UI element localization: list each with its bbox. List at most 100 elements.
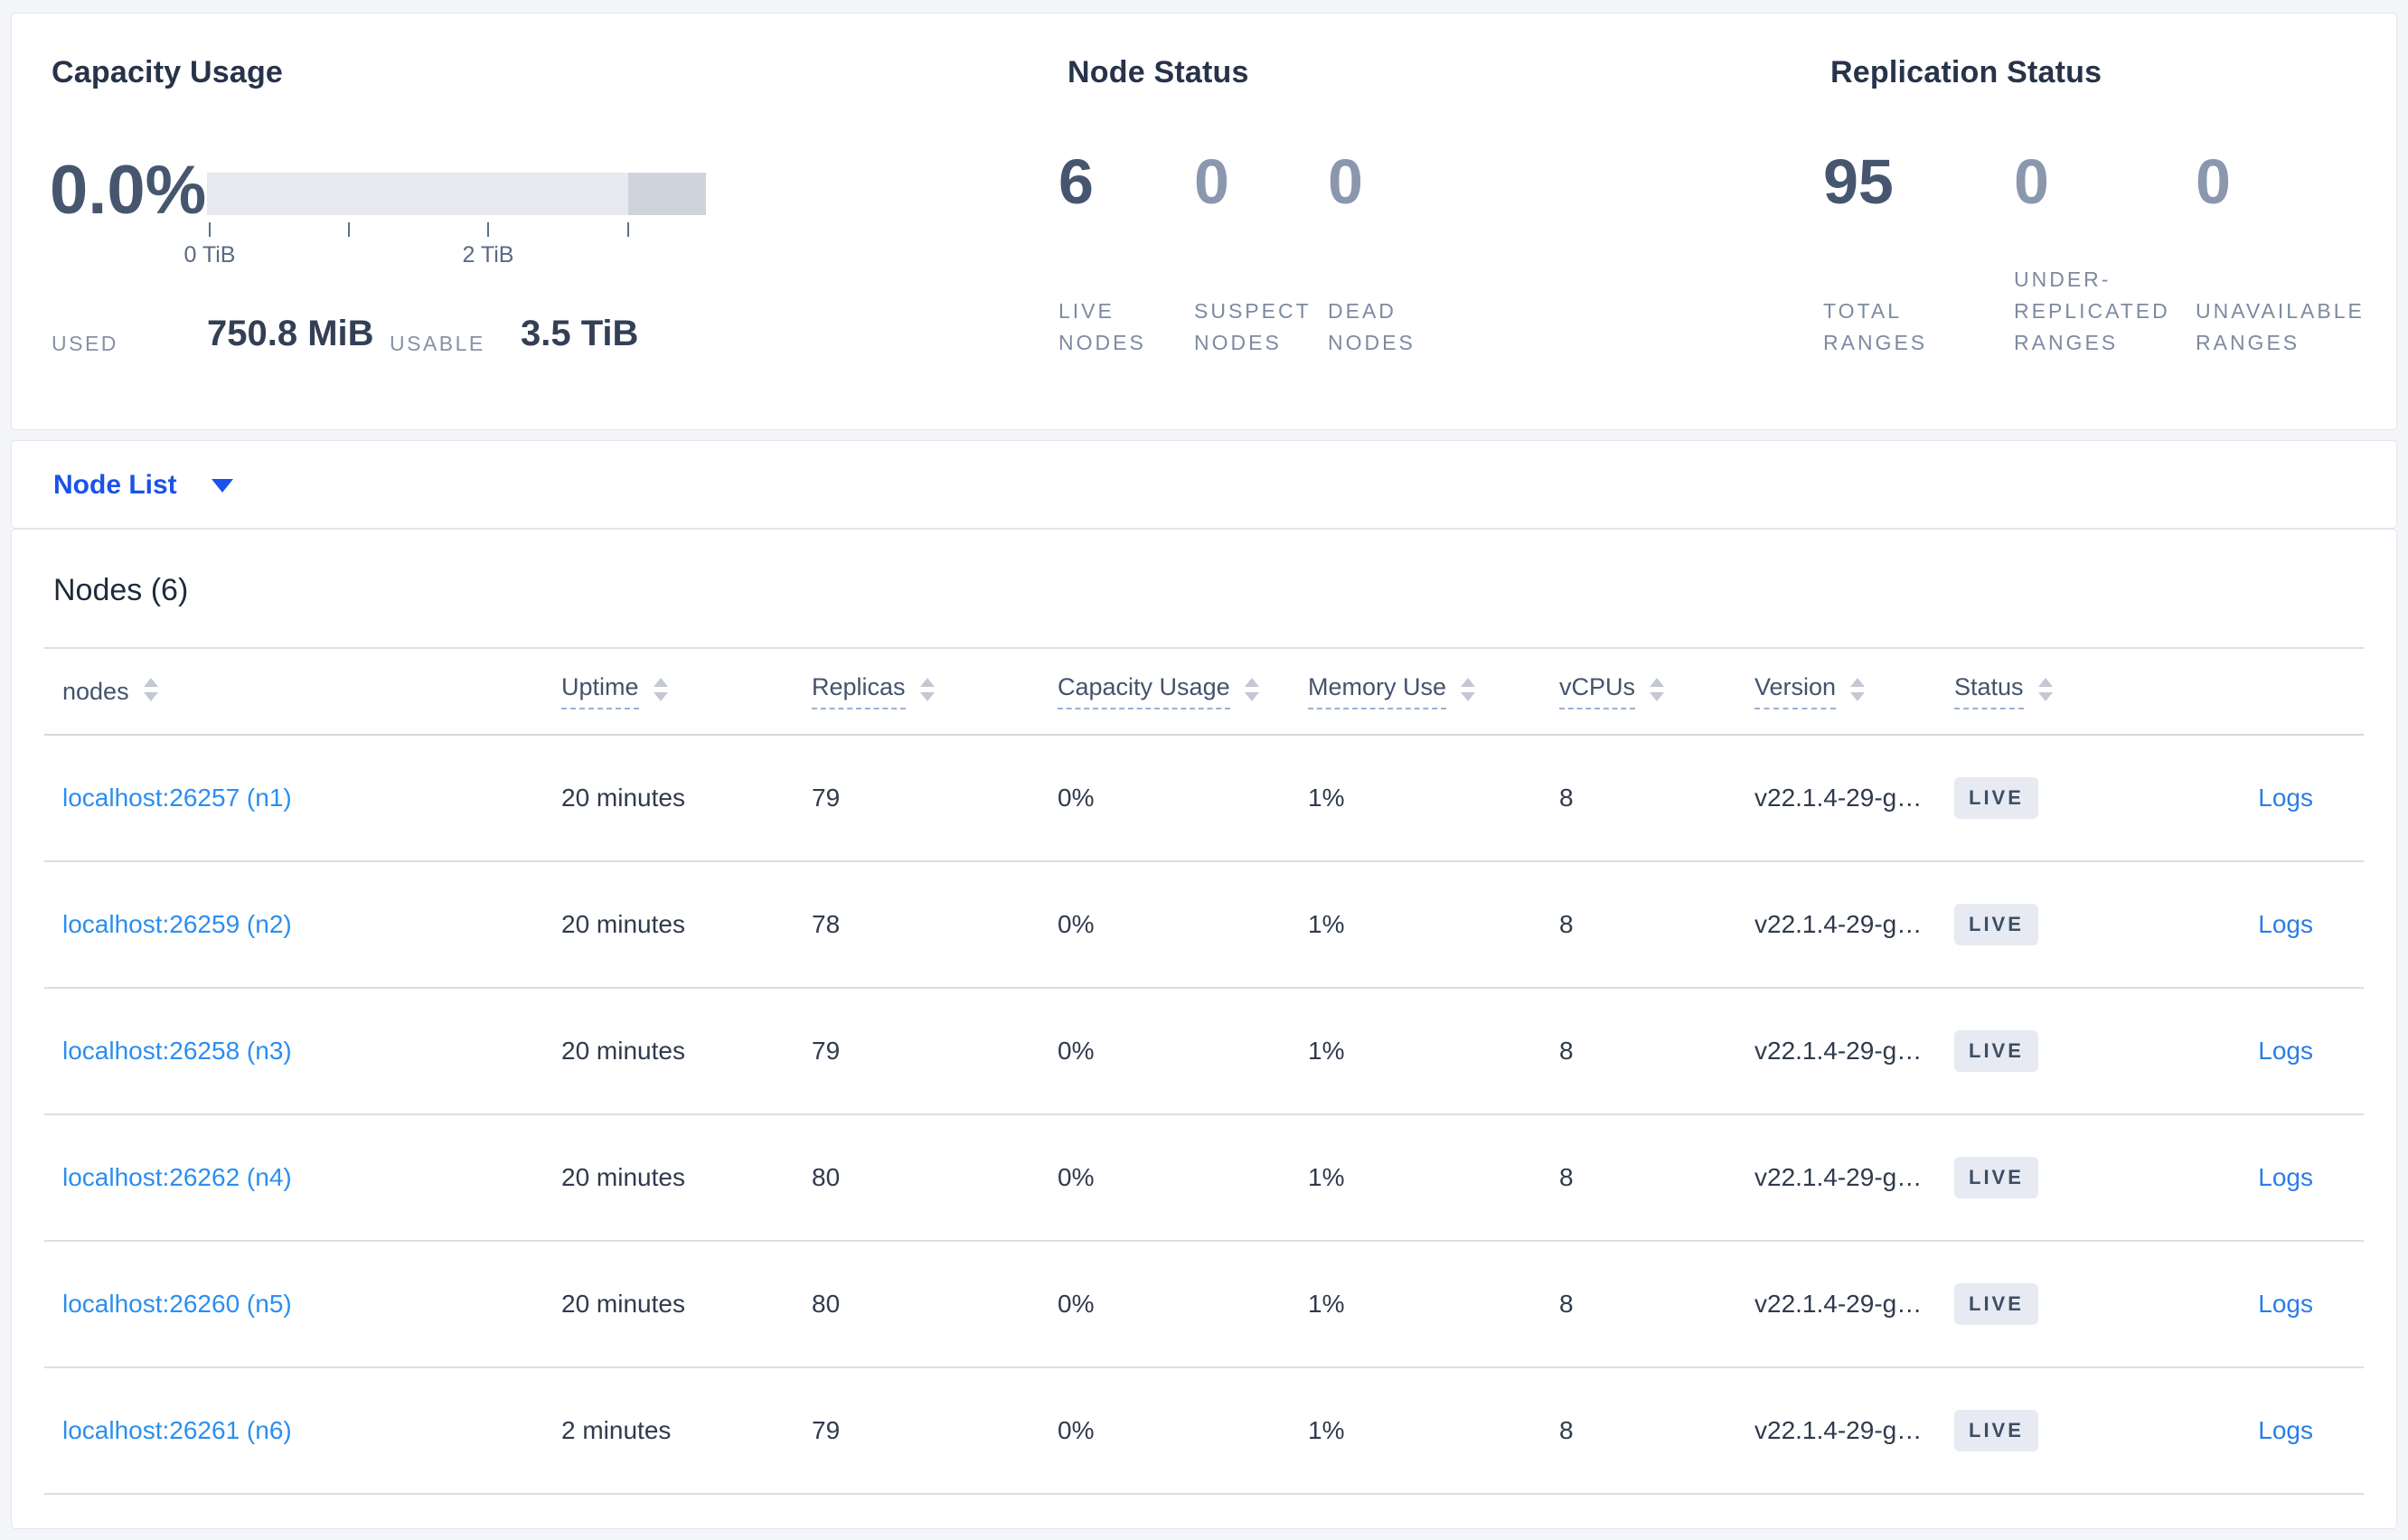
capacity-usage-cell: 0% [1058, 1416, 1095, 1444]
sort-icon[interactable] [2037, 678, 2053, 701]
capacity-used-usable-row: USED 750.8 MiB USABLE 3.5 TiB [52, 314, 702, 371]
usable-value: 3.5 TiB [521, 314, 639, 353]
gauge-tick [627, 222, 629, 237]
logs-link[interactable]: Logs [2258, 1416, 2313, 1444]
gauge-tick [348, 222, 350, 237]
table-header-row: nodes Uptime Replicas Capacity Usage Mem… [44, 647, 2364, 736]
sort-icon[interactable] [653, 678, 668, 701]
node-link[interactable]: localhost:26259 (n2) [62, 910, 292, 938]
node-list-dropdown-label[interactable]: Node List [53, 470, 177, 501]
uptime-cell: 2 minutes [561, 1416, 672, 1444]
vcpus-cell: 8 [1559, 910, 1574, 938]
replication-status-title: Replication Status [1830, 55, 2102, 89]
stat-value: 0 [1194, 146, 1229, 217]
table-row: localhost:26260 (n5) 20 minutes 80 0% 1%… [44, 1242, 2364, 1368]
chevron-down-icon[interactable] [211, 478, 233, 493]
stat-label: LIVE NODES [1058, 299, 1146, 354]
sort-icon[interactable] [1461, 678, 1476, 701]
dead-nodes-stat: 0 DEAD NODES [1328, 149, 1481, 359]
stat-label: UNDER-REPLICATED RANGES [2014, 268, 2170, 354]
vcpus-cell: 8 [1559, 1163, 1574, 1191]
stat-label: TOTAL RANGES [1823, 299, 1928, 354]
replicas-cell: 80 [812, 1290, 841, 1318]
capacity-usage-cell: 0% [1058, 1290, 1095, 1318]
column-header-capacity-usage[interactable]: Capacity Usage [1058, 673, 1308, 709]
suspect-nodes-stat: 0 SUSPECT NODES [1194, 149, 1328, 359]
node-status-title: Node Status [1068, 55, 1249, 89]
memory-use-cell: 1% [1308, 910, 1345, 938]
vcpus-cell: 8 [1559, 1416, 1574, 1444]
node-link[interactable]: localhost:26257 (n1) [62, 784, 292, 812]
column-header-label[interactable]: Capacity Usage [1058, 673, 1230, 709]
uptime-cell: 20 minutes [561, 1163, 685, 1191]
nodes-panel: Nodes (6) nodes Uptime Replicas Capacity… [11, 529, 2397, 1529]
column-header-replicas[interactable]: Replicas [812, 673, 1058, 709]
table-row: localhost:26257 (n1) 20 minutes 79 0% 1%… [44, 736, 2364, 862]
capacity-gauge-bar [207, 173, 706, 215]
column-header-label[interactable]: Status [1954, 673, 2024, 709]
table-row: localhost:26258 (n3) 20 minutes 79 0% 1%… [44, 989, 2364, 1115]
column-header-label[interactable]: Version [1754, 673, 1837, 709]
column-header-label[interactable]: Replicas [812, 673, 906, 709]
capacity-gauge-bar-end-segment [628, 173, 706, 215]
under-replicated-ranges-stat: 0 UNDER-REPLICATED RANGES [2014, 149, 2196, 359]
logs-link[interactable]: Logs [2258, 1037, 2313, 1065]
vcpus-cell: 8 [1559, 1290, 1574, 1318]
sort-icon[interactable] [1850, 678, 1866, 701]
column-header-label[interactable]: Memory Use [1308, 673, 1447, 709]
table-row: localhost:26259 (n2) 20 minutes 78 0% 1%… [44, 862, 2364, 989]
capacity-usage-cell: 0% [1058, 784, 1095, 812]
used-label: USED [52, 332, 118, 355]
replicas-cell: 79 [812, 784, 841, 812]
status-badge: LIVE [1954, 1030, 2038, 1072]
capacity-gauge-labels: 0 TiB 2 TiB [184, 242, 706, 269]
capacity-usage-cell: 0% [1058, 1163, 1095, 1191]
column-header-label[interactable]: Uptime [561, 673, 639, 709]
vcpus-cell: 8 [1559, 1037, 1574, 1065]
nodes-table: nodes Uptime Replicas Capacity Usage Mem… [44, 647, 2364, 1495]
status-badge: LIVE [1954, 904, 2038, 945]
sort-icon[interactable] [1650, 678, 1665, 701]
cluster-summary-panel: Capacity Usage 0.0% 0 TiB 2 TiB USED 750… [11, 13, 2397, 430]
column-header-vcpus[interactable]: vCPUs [1559, 673, 1754, 709]
stat-value: 6 [1058, 146, 1094, 217]
sort-icon[interactable] [143, 678, 158, 701]
replicas-cell: 79 [812, 1037, 841, 1065]
node-link[interactable]: localhost:26260 (n5) [62, 1290, 292, 1318]
logs-link[interactable]: Logs [2258, 910, 2313, 938]
capacity-gauge: 0 TiB 2 TiB [184, 173, 706, 269]
node-list-dropdown[interactable]: Node List [53, 441, 233, 530]
logs-link[interactable]: Logs [2258, 1290, 2313, 1318]
node-link[interactable]: localhost:26262 (n4) [62, 1163, 292, 1191]
sort-icon[interactable] [1244, 678, 1259, 701]
column-header-version[interactable]: Version [1754, 673, 1954, 709]
sort-icon[interactable] [919, 678, 935, 701]
stat-value: 0 [2196, 146, 2231, 217]
uptime-cell: 20 minutes [561, 1037, 685, 1065]
column-header-nodes[interactable]: nodes [44, 678, 561, 706]
replicas-cell: 80 [812, 1163, 841, 1191]
column-header-label[interactable]: nodes [62, 678, 129, 706]
column-header-memory-use[interactable]: Memory Use [1308, 673, 1559, 709]
column-header-label[interactable]: vCPUs [1559, 673, 1636, 709]
replication-stats: 95 TOTAL RANGES 0 UNDER-REPLICATED RANGE… [1823, 149, 2385, 359]
unavailable-ranges-stat: 0 UNAVAILABLE RANGES [2196, 149, 2385, 359]
uptime-cell: 20 minutes [561, 910, 685, 938]
node-link[interactable]: localhost:26261 (n6) [62, 1416, 292, 1444]
node-list-bar: Node List [11, 440, 2397, 529]
capacity-gauge-ticks [207, 222, 706, 239]
status-badge: LIVE [1954, 1410, 2038, 1451]
column-header-uptime[interactable]: Uptime [561, 673, 812, 709]
version-cell: v22.1.4-29-g… [1754, 1037, 1923, 1065]
table-row: localhost:26262 (n4) 20 minutes 80 0% 1%… [44, 1115, 2364, 1242]
total-ranges-stat: 95 TOTAL RANGES [1823, 149, 2014, 359]
memory-use-cell: 1% [1308, 1416, 1345, 1444]
gauge-tick-label: 2 TiB [462, 242, 514, 268]
replicas-cell: 78 [812, 910, 841, 938]
logs-link[interactable]: Logs [2258, 1163, 2313, 1191]
logs-link[interactable]: Logs [2258, 784, 2313, 812]
version-cell: v22.1.4-29-g… [1754, 1163, 1923, 1191]
column-header-status[interactable]: Status [1954, 673, 2153, 709]
capacity-usage-cell: 0% [1058, 1037, 1095, 1065]
node-link[interactable]: localhost:26258 (n3) [62, 1037, 292, 1065]
